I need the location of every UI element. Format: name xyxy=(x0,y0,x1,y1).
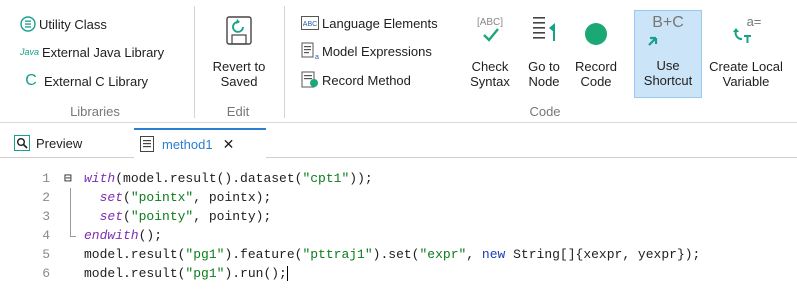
language-elements-icon: ABC xyxy=(301,16,319,30)
fold-toggle-icon[interactable]: ⊟ xyxy=(64,169,72,188)
ribbon-toolbar: Utility Class Java External Java Library… xyxy=(0,0,797,123)
libraries-group: Utility Class Java External Java Library… xyxy=(0,0,190,123)
check-syntax-icon: [ABC] xyxy=(473,13,507,50)
code-line[interactable]: 3 set("pointy", pointy); xyxy=(12,207,797,226)
line-number: 2 xyxy=(42,190,50,205)
line-number: 1 xyxy=(42,171,50,186)
code-token: new xyxy=(481,247,506,262)
utility-class-icon xyxy=(20,16,36,32)
revert-icon xyxy=(224,15,254,50)
code-token: , pointx); xyxy=(193,190,272,205)
utility-class-button[interactable]: Utility Class xyxy=(20,13,107,35)
text-cursor xyxy=(286,266,288,282)
tab-preview[interactable]: Preview xyxy=(14,128,124,158)
code-token: ( xyxy=(123,190,131,205)
editor-tab-bar: Preview method1 ✕ xyxy=(0,124,797,158)
code-token: , pointy); xyxy=(193,209,272,224)
code-token: "expr" xyxy=(419,247,467,262)
code-token: with xyxy=(84,171,116,186)
code-token: "pg1" xyxy=(185,247,225,262)
code-editor[interactable]: 1 ⊟ with(model.result().dataset("cpt1")); 2… xyxy=(12,166,797,293)
code-text: set("pointx", pointx); xyxy=(84,188,272,207)
go-to-node-button[interactable]: Go to Node xyxy=(519,12,569,89)
code-line[interactable]: 2 set("pointx", pointx); xyxy=(12,188,797,207)
code-token: ).set( xyxy=(372,247,420,262)
check-syntax-button[interactable]: [ABC] Check Syntax xyxy=(461,12,519,89)
code-token: "pointx" xyxy=(130,190,194,205)
create-local-variable-button[interactable]: a= Create Local Variable xyxy=(703,12,789,89)
code-token: set xyxy=(99,190,124,205)
code-token: ( xyxy=(123,209,131,224)
code-token: endwith xyxy=(84,228,139,243)
code-token: , xyxy=(466,247,482,262)
code-text: endwith(); xyxy=(84,226,162,245)
tab-method1-label: method1 xyxy=(162,136,213,152)
code-token: ).feature( xyxy=(224,247,303,262)
svg-text:[ABC]: [ABC] xyxy=(477,17,503,28)
java-library-icon: Java xyxy=(20,47,40,57)
code-text: model.result("pg1").feature("pttraj1").s… xyxy=(84,245,700,264)
code-text: set("pointy", pointy); xyxy=(84,207,272,226)
language-elements-button[interactable]: ABC Language Elements xyxy=(301,12,438,34)
fold-guide xyxy=(70,188,71,207)
edit-group: Revert to Saved Edit xyxy=(195,0,281,123)
code-token: set xyxy=(99,209,124,224)
code-line[interactable]: 4 endwith(); xyxy=(12,226,797,245)
line-number: 6 xyxy=(42,266,50,281)
tab-method1[interactable]: method1 ✕ xyxy=(134,128,266,158)
svg-text:a=: a= xyxy=(747,14,762,29)
create-local-variable-icon: a= xyxy=(728,13,764,50)
svg-text:a=: a= xyxy=(315,54,319,60)
code-token: (model.result().dataset( xyxy=(115,171,303,186)
code-token: (); xyxy=(138,228,163,243)
code-text: model.result("pg1").run(); xyxy=(84,264,288,283)
external-c-library-button[interactable]: C External C Library xyxy=(24,70,148,92)
line-number: 5 xyxy=(42,247,50,262)
code-line[interactable]: 5 model.result("pg1").feature("pttraj1").… xyxy=(12,245,797,264)
tab-preview-label: Preview xyxy=(36,135,83,151)
model-expressions-button[interactable]: a= Model Expressions xyxy=(301,40,432,62)
code-token: "pointy" xyxy=(130,209,194,224)
revert-to-saved-button[interactable]: Revert to Saved xyxy=(205,12,273,89)
code-group: ABC Language Elements a= Model Expressio… xyxy=(285,0,797,123)
record-method-button[interactable]: Record Method xyxy=(301,69,411,91)
code-token: String[]{xexpr, yexpr}); xyxy=(505,247,701,262)
code-line[interactable]: 6 model.result("pg1").run(); xyxy=(12,264,797,283)
code-token: )); xyxy=(349,171,373,186)
record-code-button[interactable]: Record Code xyxy=(571,12,621,89)
method-file-icon xyxy=(140,136,154,152)
model-expressions-icon: a= xyxy=(301,42,319,60)
code-token: "pg1" xyxy=(185,266,225,281)
preview-icon xyxy=(14,135,30,151)
fold-guide xyxy=(70,207,71,226)
use-shortcut-button[interactable]: B+C Use Shortcut xyxy=(634,10,702,98)
external-java-library-button[interactable]: Java External Java Library xyxy=(20,41,164,63)
go-to-node-icon xyxy=(529,13,559,50)
fold-guide-end xyxy=(70,236,76,237)
use-shortcut-icon: B+C xyxy=(643,10,693,49)
line-number: 3 xyxy=(42,209,50,224)
record-method-icon xyxy=(301,71,319,89)
code-line[interactable]: 1 ⊟ with(model.result().dataset("cpt1")); xyxy=(12,169,797,188)
code-token: "cpt1" xyxy=(302,171,350,186)
fold-guide xyxy=(70,226,71,236)
code-token: model.result( xyxy=(84,247,186,262)
record-icon xyxy=(583,21,609,50)
libraries-group-label: Libraries xyxy=(70,104,120,119)
code-token: ).run(); xyxy=(224,266,287,281)
code-token: model.result( xyxy=(84,266,186,281)
c-library-icon: C xyxy=(25,72,37,89)
edit-group-label: Edit xyxy=(226,104,250,119)
code-token: "pttraj1" xyxy=(302,247,373,262)
code-text: with(model.result().dataset("cpt1")); xyxy=(84,169,373,188)
code-group-label: Code xyxy=(529,104,561,119)
svg-text:ABC: ABC xyxy=(303,21,317,28)
line-number: 4 xyxy=(42,228,50,243)
svg-text:B+C: B+C xyxy=(652,14,684,31)
close-tab-icon[interactable]: ✕ xyxy=(223,136,235,153)
